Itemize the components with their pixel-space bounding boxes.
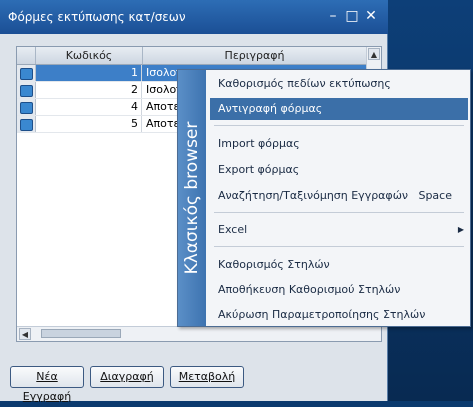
- menu-item-label: Καθορισμός πεδίων εκτύπωσης: [218, 77, 391, 90]
- menu-item-label: Αντιγραφή φόρμας: [218, 102, 323, 115]
- menu-band-label: Κλασικός browser: [182, 121, 202, 275]
- record-icon: [20, 102, 33, 114]
- menu-item-search-sort[interactable]: Αναζήτηση/Ταξινόμηση Εγγραφών Space: [210, 185, 468, 207]
- menu-item-label: Αποθήκευση Καθορισμού Στηλών: [218, 283, 401, 296]
- menu-item-label: Ακύρωση Παραμετροποίησης Στηλών: [218, 308, 426, 321]
- record-icon: [20, 85, 33, 97]
- horizontal-scrollbar[interactable]: ◀: [17, 326, 369, 341]
- row-selector[interactable]: [17, 99, 36, 115]
- menu-item-reset-columns[interactable]: Ακύρωση Παραμετροποίησης Στηλών: [210, 304, 468, 326]
- menu-side-band: Κλασικός browser: [178, 70, 206, 326]
- window-title: Φόρμες εκτύπωσης κατ/σεων: [8, 10, 186, 24]
- cell-code: 4: [36, 99, 142, 115]
- close-icon[interactable]: ✕: [364, 9, 378, 23]
- grid-header: Κωδικός Περιγραφή: [17, 47, 381, 65]
- delete-button[interactable]: Διαγραφή: [90, 366, 164, 388]
- menu-item-define-columns[interactable]: Καθορισμός Στηλών: [210, 254, 468, 276]
- submenu-arrow-icon: ▶: [457, 225, 464, 234]
- menu-item-label: Αναζήτηση/Ταξινόμηση Εγγραφών: [218, 189, 409, 202]
- menu-item-export-form[interactable]: Export φόρμας: [210, 159, 468, 181]
- scroll-thumb[interactable]: [41, 329, 121, 338]
- maximize-icon[interactable]: □: [345, 9, 359, 23]
- record-icon: [20, 119, 33, 131]
- menu-separator: [214, 246, 464, 247]
- minimize-icon[interactable]: –: [326, 9, 340, 23]
- menu-item-save-columns[interactable]: Αποθήκευση Καθορισμού Στηλών: [210, 279, 468, 301]
- menu-separator: [214, 212, 464, 213]
- cell-code: 5: [36, 116, 142, 132]
- record-icon: [20, 68, 33, 80]
- cell-code: 1: [36, 65, 142, 81]
- menu-item-label: Export φόρμας: [218, 163, 300, 176]
- menu-item-shortcut: Space: [418, 189, 452, 202]
- menu-item-label: Import φόρμας: [218, 137, 300, 150]
- menu-item-import-form[interactable]: Import φόρμας: [210, 133, 468, 155]
- edit-button[interactable]: Μεταβολή: [170, 366, 244, 388]
- context-menu: Κλασικός browser Καθορισμός πεδίων εκτύπ…: [177, 69, 471, 327]
- scroll-left-icon[interactable]: ◀: [19, 328, 31, 340]
- row-selector[interactable]: [17, 65, 36, 81]
- column-header-description[interactable]: Περιγραφή: [143, 47, 367, 64]
- menu-item-excel[interactable]: Excel ▶: [210, 219, 468, 241]
- row-selector[interactable]: [17, 116, 36, 132]
- menu-item-copy-form[interactable]: Αντιγραφή φόρμας: [210, 98, 468, 120]
- header-icon-column: [17, 47, 36, 64]
- new-record-button[interactable]: Νέα Εγγραφή: [10, 366, 84, 403]
- menu-item-label: Καθορισμός Στηλών: [218, 258, 330, 271]
- menu-item-define-print-fields[interactable]: Καθορισμός πεδίων εκτύπωσης: [210, 73, 468, 95]
- row-selector[interactable]: [17, 82, 36, 98]
- title-bar[interactable]: Φόρμες εκτύπωσης κατ/σεων – □ ✕: [0, 0, 388, 34]
- menu-item-label: Excel: [218, 223, 248, 236]
- column-header-code[interactable]: Κωδικός: [36, 47, 143, 64]
- scroll-up-icon[interactable]: ▲: [368, 48, 380, 60]
- cell-code: 2: [36, 82, 142, 98]
- menu-separator: [214, 125, 464, 126]
